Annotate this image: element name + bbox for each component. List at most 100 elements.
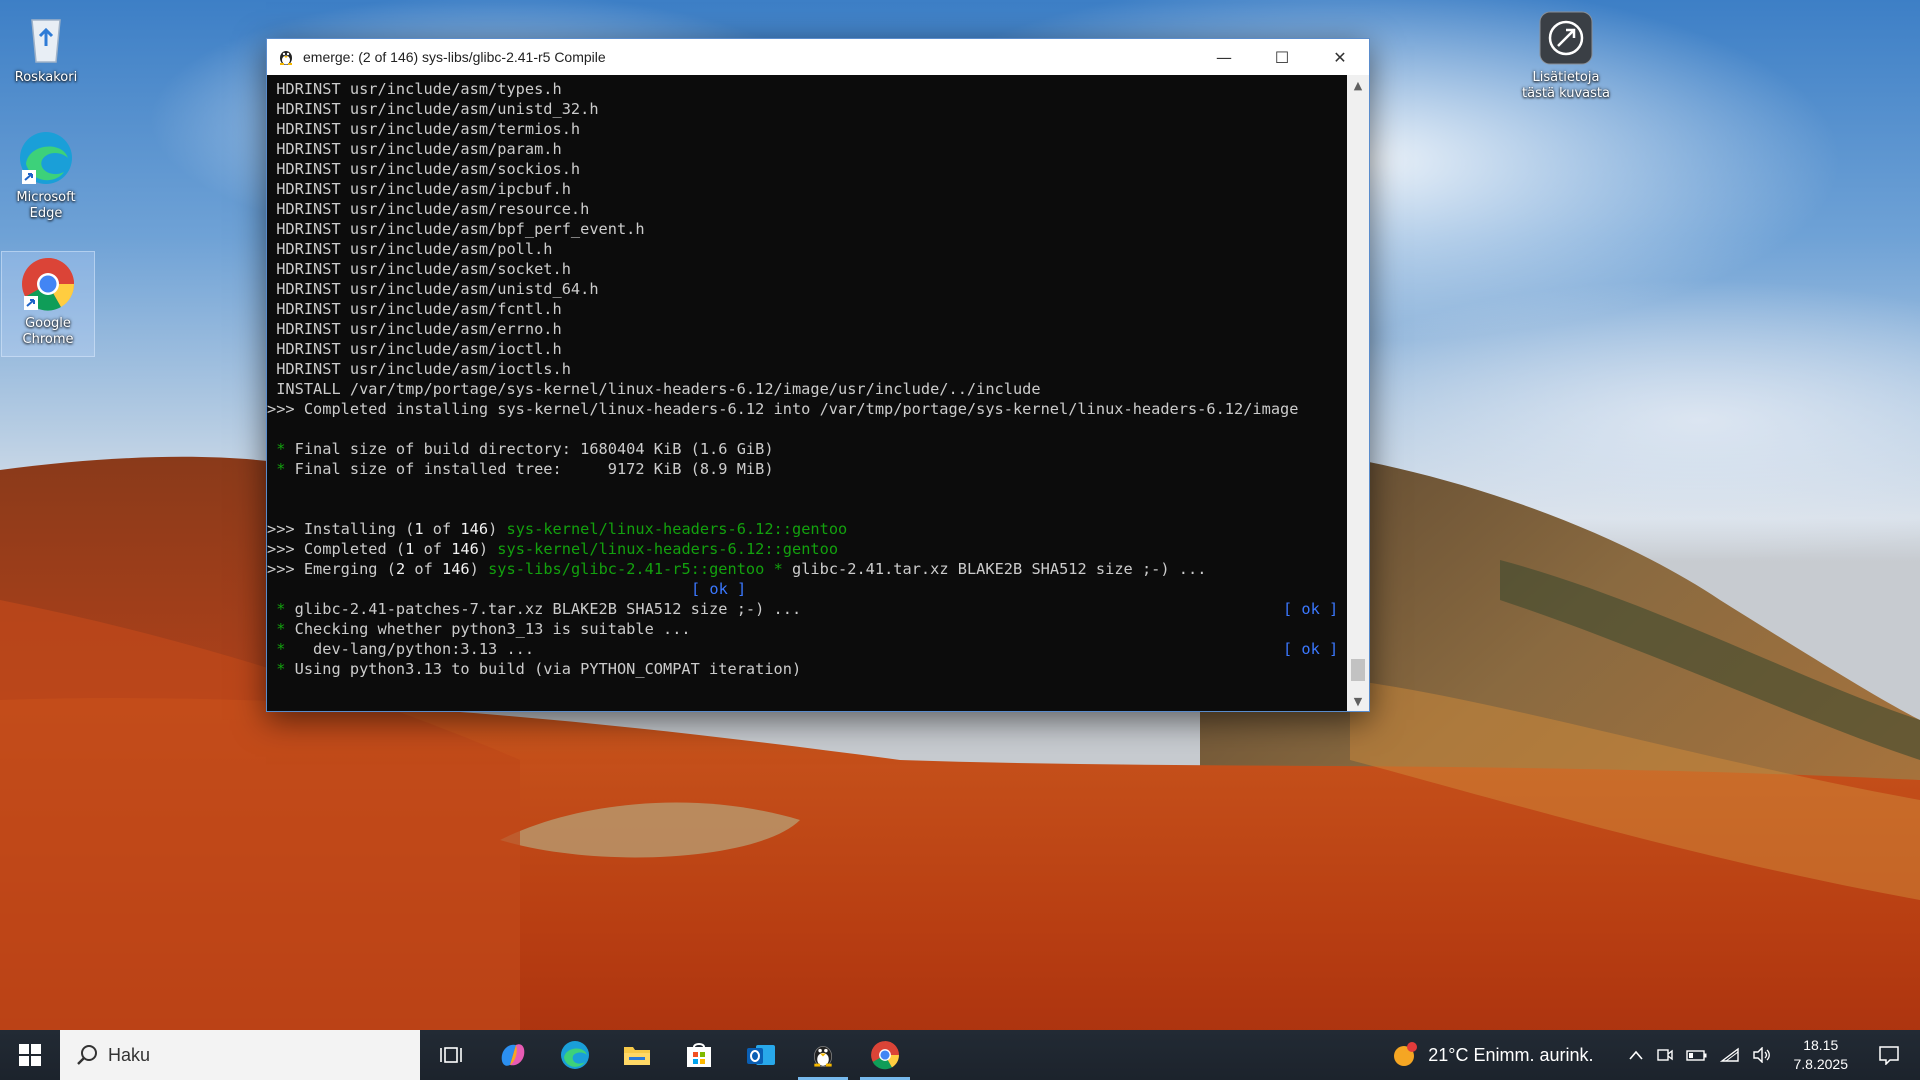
terminal-line: * dev-lang/python:3.13 ... [ ok ] xyxy=(267,639,1347,659)
ok-status: [ ok ] xyxy=(1283,640,1339,658)
desktop-icon-recycle-bin[interactable]: Roskakori xyxy=(0,6,92,86)
copilot-button[interactable] xyxy=(482,1030,544,1080)
task-view-button[interactable] xyxy=(420,1030,482,1080)
battery-icon xyxy=(1685,1050,1706,1061)
speaker-icon xyxy=(1752,1047,1770,1063)
outlook-button[interactable] xyxy=(730,1030,792,1080)
maximize-button[interactable]: ☐ xyxy=(1253,39,1311,75)
desktop-icon-label: Microsoft Edge xyxy=(16,190,76,221)
count: 146 xyxy=(442,560,470,578)
desktop-icon-edge[interactable]: Microsoft Edge xyxy=(0,126,92,222)
chrome-icon xyxy=(871,1041,899,1070)
taskbar-search-box[interactable]: Haku xyxy=(60,1030,420,1080)
line-text: of xyxy=(423,520,461,538)
desktop-icon-chrome[interactable]: Google Chrome xyxy=(1,251,95,357)
camera-info-icon xyxy=(1538,10,1594,66)
terminal-line: HDRINST usr/include/asm/param.h xyxy=(267,140,562,158)
terminal-line: HDRINST usr/include/asm/poll.h xyxy=(267,240,553,258)
ok-status: [ ok ] xyxy=(1283,600,1339,618)
terminal-line: HDRINST usr/include/asm/socket.h xyxy=(267,260,571,278)
line-text: Using python3.13 to build (via PYTHON_CO… xyxy=(285,660,802,678)
terminal-line: HDRINST usr/include/asm/ioctls.h xyxy=(267,360,571,378)
terminal-line: HDRINST usr/include/asm/ipcbuf.h xyxy=(267,180,571,198)
terminal-line: HDRINST usr/include/asm/unistd_32.h xyxy=(267,100,599,118)
terminal-output[interactable]: HDRINST usr/include/asm/types.h HDRINST … xyxy=(267,75,1347,711)
line-text: glibc-2.41.tar.xz BLAKE2B SHA512 size ;-… xyxy=(782,560,1207,578)
line-text: glibc-2.41-patches-7.tar.xz BLAKE2B SHA5… xyxy=(285,600,802,618)
terminal-line: HDRINST usr/include/asm/ioctl.h xyxy=(267,340,562,358)
store-icon xyxy=(687,1043,711,1067)
notification-icon xyxy=(1879,1046,1899,1065)
terminal-line: HDRINST usr/include/asm/termios.h xyxy=(267,120,581,138)
terminal-line: HDRINST usr/include/asm/errno.h xyxy=(267,320,562,338)
battery-button[interactable] xyxy=(1685,1048,1708,1062)
terminal-line: >>> Completed (1 of 146) sys-kernel/linu… xyxy=(267,539,1347,559)
microsoft-store-button[interactable] xyxy=(668,1030,730,1080)
tux-icon xyxy=(813,1045,833,1067)
maximize-icon: ☐ xyxy=(1274,47,1290,67)
weather-widget[interactable]: 21°C Enimm. aurink. xyxy=(1390,1041,1594,1069)
line-text: Checking whether python3_13 is suitable … xyxy=(285,620,691,638)
start-button[interactable] xyxy=(0,1030,60,1080)
taskbar: Haku 21°C Enimm. aurink. 18.15 7.8.2025 xyxy=(0,1030,1920,1080)
action-center-button[interactable] xyxy=(1878,1045,1900,1065)
minimize-icon: — xyxy=(1216,47,1232,67)
desktop-icon-spotlight-info[interactable]: Lisätietoja tästä kuvasta xyxy=(1520,6,1612,102)
line-text: >>> Completed ( xyxy=(267,540,406,558)
terminal-line: [ ok ] xyxy=(267,579,1347,599)
terminal-window[interactable]: emerge: (2 of 146) sys-libs/glibc-2.41-r… xyxy=(266,38,1370,712)
taskbar-edge-button[interactable] xyxy=(544,1030,606,1080)
terminal-line: * Checking whether python3_13 is suitabl… xyxy=(267,619,1347,639)
chevron-up-icon xyxy=(1628,1050,1643,1060)
line-text: Final size of build directory: 1680404 K… xyxy=(285,440,774,458)
outlook-icon xyxy=(747,1045,775,1065)
package-name: sys-kernel/linux-headers-6.12::gentoo xyxy=(497,540,839,558)
close-button[interactable]: ✕ xyxy=(1311,39,1369,75)
line-text: >>> Installing ( xyxy=(267,520,415,538)
taskbar-terminal-button[interactable] xyxy=(792,1030,854,1080)
package-name: sys-libs/glibc-2.41-r5::gentoo xyxy=(488,560,765,578)
line-text: dev-lang/python:3.13 ... xyxy=(285,640,535,658)
window-titlebar[interactable]: emerge: (2 of 146) sys-libs/glibc-2.41-r… xyxy=(267,39,1369,75)
scrollbar-thumb[interactable] xyxy=(1351,659,1365,681)
meet-now-button[interactable] xyxy=(1656,1047,1674,1063)
camera-icon xyxy=(1656,1049,1673,1061)
star-marker: * xyxy=(267,640,286,658)
chrome-icon xyxy=(20,256,76,312)
copilot-icon xyxy=(501,1044,525,1066)
count: 1 xyxy=(405,540,415,558)
terminal-line: INSTALL /var/tmp/portage/sys-kernel/linu… xyxy=(267,380,1041,398)
count: 146 xyxy=(451,540,479,558)
show-hidden-icons-button[interactable] xyxy=(1628,1049,1644,1061)
line-text: ) xyxy=(478,540,498,558)
taskbar-chrome-button[interactable] xyxy=(854,1030,916,1080)
windows-logo-icon xyxy=(19,1044,41,1066)
wifi-icon xyxy=(1719,1047,1739,1062)
terminal-line: HDRINST usr/include/asm/sockios.h xyxy=(267,160,581,178)
line-text: >>> Emerging ( xyxy=(267,560,396,578)
terminal-line: HDRINST usr/include/asm/unistd_64.h xyxy=(267,280,599,298)
scroll-down-icon[interactable]: ▼ xyxy=(1347,691,1369,711)
terminal-line: >>> Emerging (2 of 146) sys-libs/glibc-2… xyxy=(267,559,1347,579)
vertical-scrollbar[interactable]: ▲ ▼ xyxy=(1347,75,1369,711)
terminal-line: HDRINST usr/include/asm/resource.h xyxy=(267,200,590,218)
volume-button[interactable] xyxy=(1752,1047,1772,1063)
star-marker: * xyxy=(267,600,286,618)
minimize-button[interactable]: — xyxy=(1195,39,1253,75)
file-explorer-button[interactable] xyxy=(606,1030,668,1080)
terminal-line: * Final size of installed tree: 9172 KiB… xyxy=(267,459,1347,479)
recycle-bin-icon xyxy=(18,10,74,66)
line-text: ) xyxy=(488,520,507,538)
terminal-line: * Using python3.13 to build (via PYTHON_… xyxy=(267,659,1347,679)
taskbar-clock[interactable]: 18.15 7.8.2025 xyxy=(1794,1036,1849,1074)
clock-date: 7.8.2025 xyxy=(1793,1056,1849,1072)
clock-time: 18.15 xyxy=(1803,1037,1839,1053)
network-button[interactable] xyxy=(1719,1047,1740,1063)
package-name: sys-kernel/linux-headers-6.12::gentoo xyxy=(506,520,848,538)
search-icon xyxy=(77,1045,97,1065)
line-text: ) xyxy=(469,560,489,578)
scroll-up-icon[interactable]: ▲ xyxy=(1347,75,1369,95)
